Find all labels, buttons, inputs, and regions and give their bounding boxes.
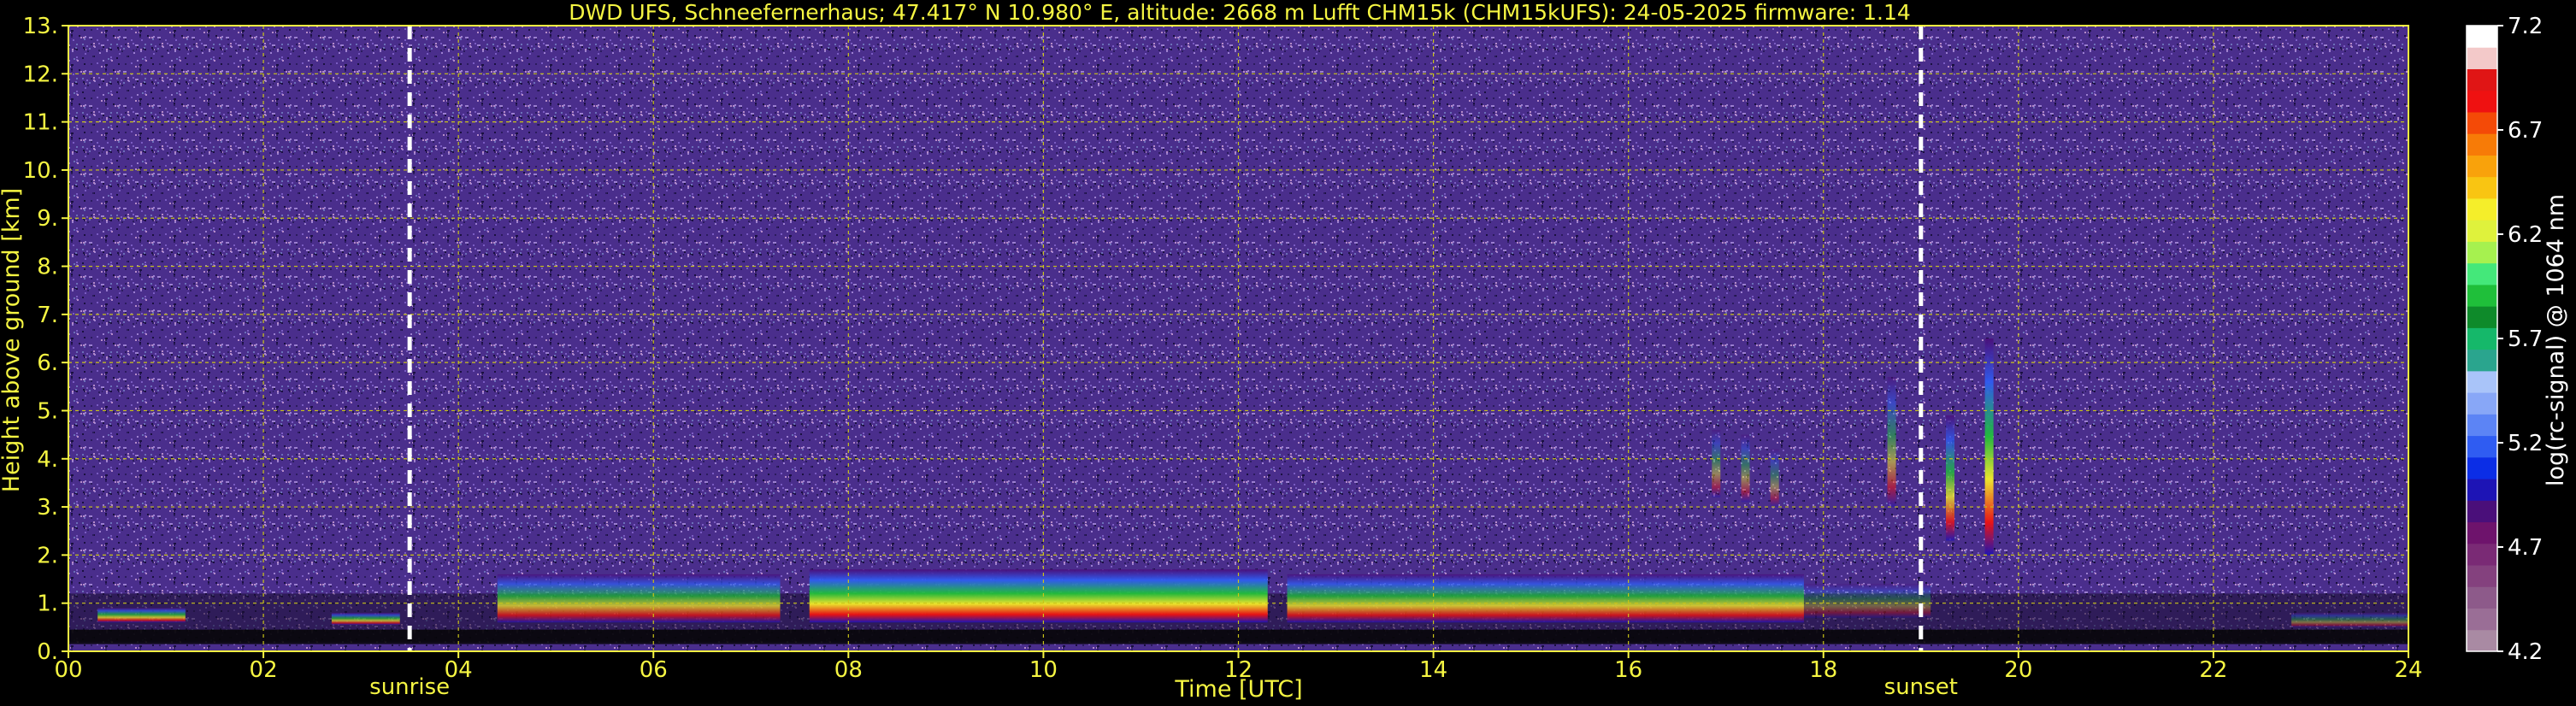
- colorbar-segment: [2467, 479, 2497, 501]
- colorbar-segment: [2467, 26, 2497, 48]
- y-tick-label: 5.: [37, 398, 58, 424]
- colorbar-segment: [2467, 47, 2497, 69]
- x-tick-label: 04: [445, 657, 473, 683]
- colorbar-tick-label: 4.7: [2508, 535, 2543, 561]
- x-tick-label: 02: [250, 657, 278, 683]
- y-axis-label: Height above ground [km]: [0, 188, 25, 492]
- y-tick-label: 0.: [37, 639, 58, 665]
- colorbar-segment: [2467, 241, 2497, 264]
- colorbar-tick-label: 6.7: [2508, 118, 2543, 144]
- colorbar-segment: [2467, 435, 2497, 458]
- colorbar-tick-label: 5.2: [2508, 431, 2543, 456]
- colorbar-segment: [2467, 608, 2497, 631]
- cloud-layer: [331, 612, 400, 626]
- x-axis-label: Time [UTC]: [1174, 676, 1302, 703]
- colorbar-tick-label: 6.2: [2508, 222, 2543, 248]
- colorbar-segment: [2467, 500, 2497, 523]
- chart-title: DWD UFS, Schneefernerhaus; 47.417° N 10.…: [569, 0, 1911, 25]
- colorbar-segment: [2467, 586, 2497, 609]
- elevated-feature: [1712, 429, 1721, 497]
- sunset-label: sunset: [1884, 674, 1958, 700]
- cloud-layer: [497, 574, 781, 623]
- y-tick-label: 4.: [37, 447, 58, 473]
- y-tick-label: 8.: [37, 255, 58, 280]
- colorbar-segment: [2467, 521, 2497, 544]
- colorbar-segment: [2467, 68, 2497, 91]
- colorbar-segment: [2467, 543, 2497, 566]
- plot-area: sunrise sunset00 02 04 06 08 10 12 14 16 18 20 22 240…: [23, 14, 2423, 700]
- colorbar-segment: [2467, 197, 2497, 221]
- colorbar-segment: [2467, 262, 2497, 285]
- colorbar-tick-label: 5.7: [2508, 327, 2543, 352]
- x-tick-label: 16: [1614, 657, 1642, 683]
- colorbar-segment: [2467, 456, 2497, 479]
- elevated-feature: [1741, 434, 1750, 503]
- colorbar-segment: [2467, 629, 2497, 652]
- colorbar-segment: [2467, 327, 2497, 350]
- y-tick-label: 7.: [37, 303, 58, 328]
- y-tick-label: 12.: [23, 62, 58, 87]
- x-tick-label: 24: [2394, 657, 2422, 683]
- x-tick-label: 20: [2004, 657, 2032, 683]
- x-tick-label: 06: [640, 657, 668, 683]
- signal-background: [68, 26, 2408, 651]
- x-tick-label: 14: [1419, 657, 1447, 683]
- ceilometer-chart: DWD UFS, Schneefernerhaus; 47.417° N 10.…: [0, 0, 2576, 706]
- x-tick-label: 08: [834, 657, 863, 683]
- colorbar-segment: [2467, 349, 2497, 372]
- colorbar-segment: [2467, 414, 2497, 437]
- colorbar-segment: [2467, 90, 2497, 113]
- colorbar-segment: [2467, 565, 2497, 587]
- colorbar-segment: [2467, 306, 2497, 328]
- cloud-layer: [2291, 612, 2408, 627]
- colorbar-segment: [2467, 220, 2497, 242]
- colorbar-segment: [2467, 284, 2497, 307]
- x-tick-label: 22: [2199, 657, 2227, 683]
- y-tick-label: 1.: [37, 591, 58, 617]
- colorbar-label: log(rc-signal) @ 1064 nm: [2543, 194, 2569, 486]
- colorbar-tick-label: 7.2: [2508, 14, 2543, 39]
- colorbar-segment: [2467, 155, 2497, 178]
- elevated-feature: [1770, 449, 1779, 508]
- colorbar-tick-label: 4.2: [2508, 639, 2543, 665]
- colorbar-segment: [2467, 111, 2497, 134]
- colorbar-segment: [2467, 133, 2497, 156]
- y-tick-label: 6.: [37, 350, 58, 376]
- cloud-layer: [809, 569, 1268, 623]
- cloud-layer: [97, 608, 186, 623]
- y-tick-label: 11.: [23, 110, 58, 136]
- elevated-feature: [1946, 415, 1955, 541]
- sunrise-label: sunrise: [369, 674, 450, 700]
- colorbar-segment: [2467, 176, 2497, 199]
- cloud-layer: [1287, 574, 1804, 623]
- x-tick-label: 18: [1809, 657, 1837, 683]
- colorbar-segment: [2467, 370, 2497, 393]
- elevated-feature: [1887, 377, 1896, 508]
- x-tick-label: 00: [54, 657, 82, 683]
- x-tick-label: 10: [1029, 657, 1058, 683]
- y-tick-label: 13.: [23, 14, 58, 39]
- colorbar-segment: [2467, 392, 2497, 415]
- y-tick-label: 2.: [37, 543, 58, 568]
- y-tick-label: 3.: [37, 495, 58, 521]
- y-tick-label: 10.: [23, 158, 58, 184]
- elevated-feature: [1984, 338, 1994, 556]
- y-tick-label: 9.: [37, 206, 58, 232]
